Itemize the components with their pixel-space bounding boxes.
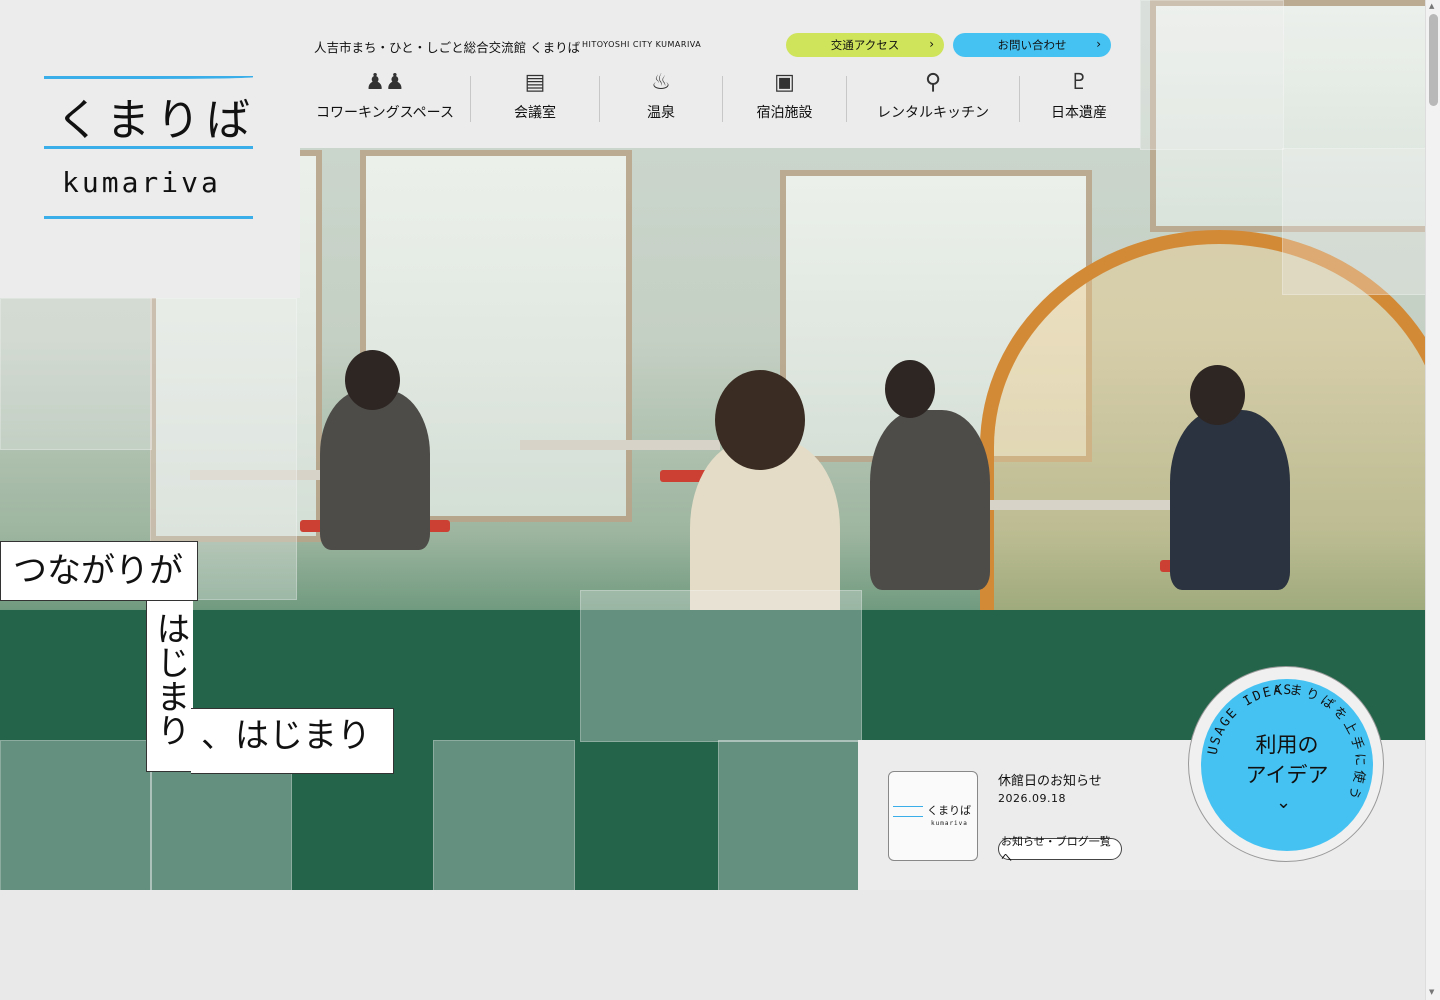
thumb-logo-jp: くまりば (927, 804, 971, 817)
logo-bottom-rule (44, 216, 253, 219)
tagline-line2: はじまり (146, 601, 193, 772)
main-nav: ♟♟ コワーキングスペース ▤ 会議室 ♨ 温泉 ▣ 宿泊施設 ⚲ レンタルキッ… (300, 70, 1138, 122)
chevron-down-icon: ⌄ (1276, 792, 1292, 813)
nav-label: レンタルキッチン (877, 105, 989, 121)
scrollbar[interactable]: ▲ ▼ (1425, 0, 1440, 1000)
thumb-rule (893, 806, 923, 807)
logo-mid-rule (44, 146, 253, 149)
logo[interactable]: くまりば kumariva (0, 0, 300, 298)
nav-label: 宿泊施設 (756, 105, 813, 121)
scroll-down-icon[interactable]: ▼ (1429, 988, 1434, 996)
logo-top-rule (44, 76, 253, 79)
nav-japan-heritage[interactable]: ♇ 日本遺産 (1020, 70, 1138, 122)
nav-coworking[interactable]: ♟♟ コワーキングスペース (300, 70, 470, 122)
access-label: 交通アクセス (830, 38, 900, 52)
logo-jp: くまりば (56, 95, 256, 146)
usage-title: 利用の アイデア (1201, 730, 1373, 790)
chevron-right-icon: › (1096, 37, 1101, 51)
tagline-line1: つながりが (0, 541, 198, 601)
news-list-label: お知らせ・ブログ一覧へ (1001, 835, 1111, 864)
nav-rental-kitchen[interactable]: ⚲ レンタルキッチン (847, 70, 1019, 122)
boot-icon: ♇ (1069, 70, 1089, 95)
news-thumbnail[interactable]: くまりば kumariva (888, 771, 978, 861)
access-button[interactable]: 交通アクセス › (786, 33, 944, 57)
nav-meeting-room[interactable]: ▤ 会議室 (471, 70, 599, 122)
site-name: 人吉市まち・ひと・しごと総合交流館 くまりば (314, 40, 581, 55)
thumb-rule (893, 816, 923, 817)
kitchen-utensils-icon: ⚲ (924, 70, 942, 95)
contact-button[interactable]: お問い合わせ › (953, 33, 1111, 57)
usage-title-line1: 利用の (1255, 733, 1319, 757)
scrollbar-thumb[interactable] (1429, 14, 1438, 106)
nav-label: 日本遺産 (1051, 105, 1107, 121)
news-date: 2026.09.18 (998, 792, 1066, 805)
people-icon: ♟♟ (365, 70, 405, 95)
thumb-logo-en: kumariva (931, 820, 968, 827)
chevron-right-icon: › (929, 37, 934, 51)
nav-hot-spring[interactable]: ♨ 温泉 (600, 70, 722, 122)
scroll-up-icon[interactable]: ▲ (1429, 2, 1434, 10)
news-title[interactable]: 休館日のお知らせ (998, 770, 1102, 789)
nav-label: コワーキングスペース (316, 105, 454, 121)
nav-label: 温泉 (647, 105, 675, 121)
contact-label: お問い合わせ (997, 38, 1067, 52)
nav-label: 会議室 (514, 105, 556, 121)
tagline-line3: 、はじまり (191, 708, 394, 774)
hot-spring-icon: ♨ (651, 70, 671, 95)
news-list-button[interactable]: お知らせ・ブログ一覧へ (998, 835, 1122, 864)
usage-title-line2: アイデア (1245, 763, 1329, 787)
bed-icon: ▣ (774, 70, 795, 95)
meeting-table-icon: ▤ (524, 70, 546, 95)
site-name-en: HITOYOSHI CITY KUMARIVA (582, 40, 702, 49)
nav-lodging[interactable]: ▣ 宿泊施設 (723, 70, 846, 122)
logo-en: kumariva (62, 166, 221, 199)
